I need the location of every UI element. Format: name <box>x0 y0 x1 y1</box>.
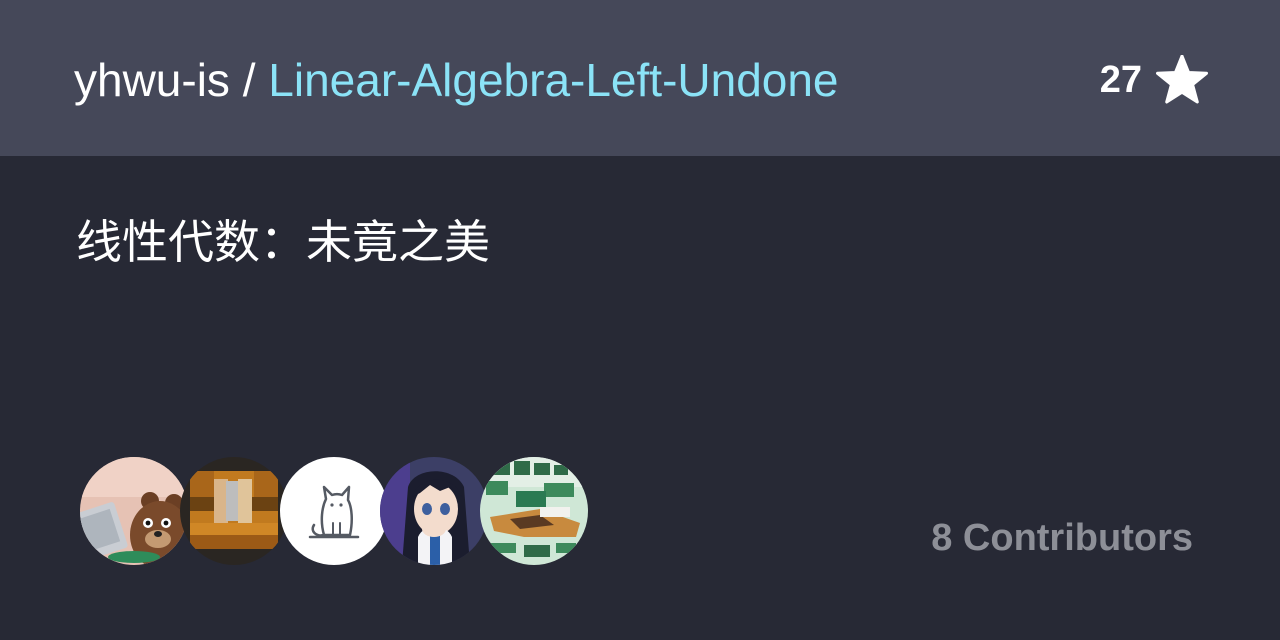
cat-avatar[interactable] <box>280 457 388 565</box>
text-collage-avatar[interactable] <box>480 457 588 565</box>
pixelated-avatar[interactable] <box>180 457 288 565</box>
repo-name-link[interactable]: Linear-Algebra-Left-Undone <box>268 54 838 106</box>
star-counter[interactable]: 27 <box>1100 52 1208 108</box>
repo-header: yhwu-is / Linear-Algebra-Left-Undone 27 <box>0 0 1280 156</box>
path-separator: / <box>229 54 269 106</box>
anime-avatar[interactable] <box>380 457 488 565</box>
bear-avatar[interactable] <box>80 457 188 565</box>
repo-owner-link[interactable]: yhwu-is <box>74 54 230 106</box>
repo-description: 线性代数：未竟之美 <box>76 215 490 269</box>
repo-title: yhwu-is / Linear-Algebra-Left-Undone <box>74 52 839 108</box>
star-icon <box>1156 55 1208 105</box>
contributor-avatars <box>80 457 600 565</box>
star-count: 27 <box>1099 59 1142 101</box>
contributors-count[interactable]: 8 Contributors <box>931 515 1193 561</box>
